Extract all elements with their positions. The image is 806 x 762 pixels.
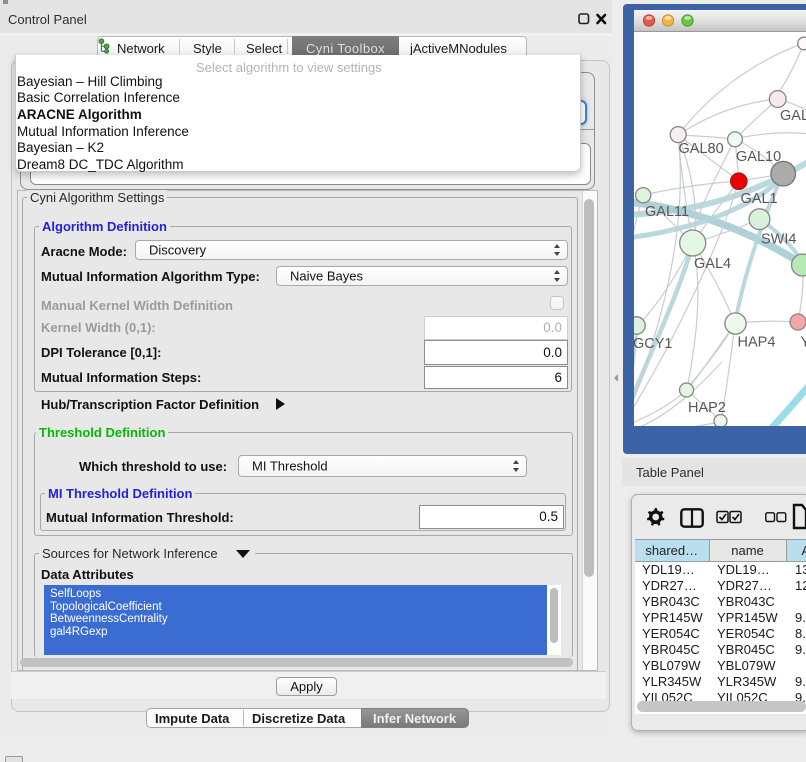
svg-text:HAP4: HAP4 (738, 335, 776, 351)
svg-text:GAL11: GAL11 (645, 204, 689, 220)
svg-text:GAL7: GAL7 (780, 108, 806, 124)
svg-text:GAL80: GAL80 (679, 141, 724, 157)
svg-text:SWI4: SWI4 (761, 232, 796, 248)
svg-text:GAL1: GAL1 (741, 191, 778, 207)
svg-text:GAL10: GAL10 (736, 149, 781, 165)
svg-text:GAL4: GAL4 (694, 256, 731, 272)
svg-text:Y: Y (801, 335, 806, 351)
svg-text:HAP2: HAP2 (688, 400, 726, 416)
svg-text:GCY1: GCY1 (634, 336, 673, 352)
